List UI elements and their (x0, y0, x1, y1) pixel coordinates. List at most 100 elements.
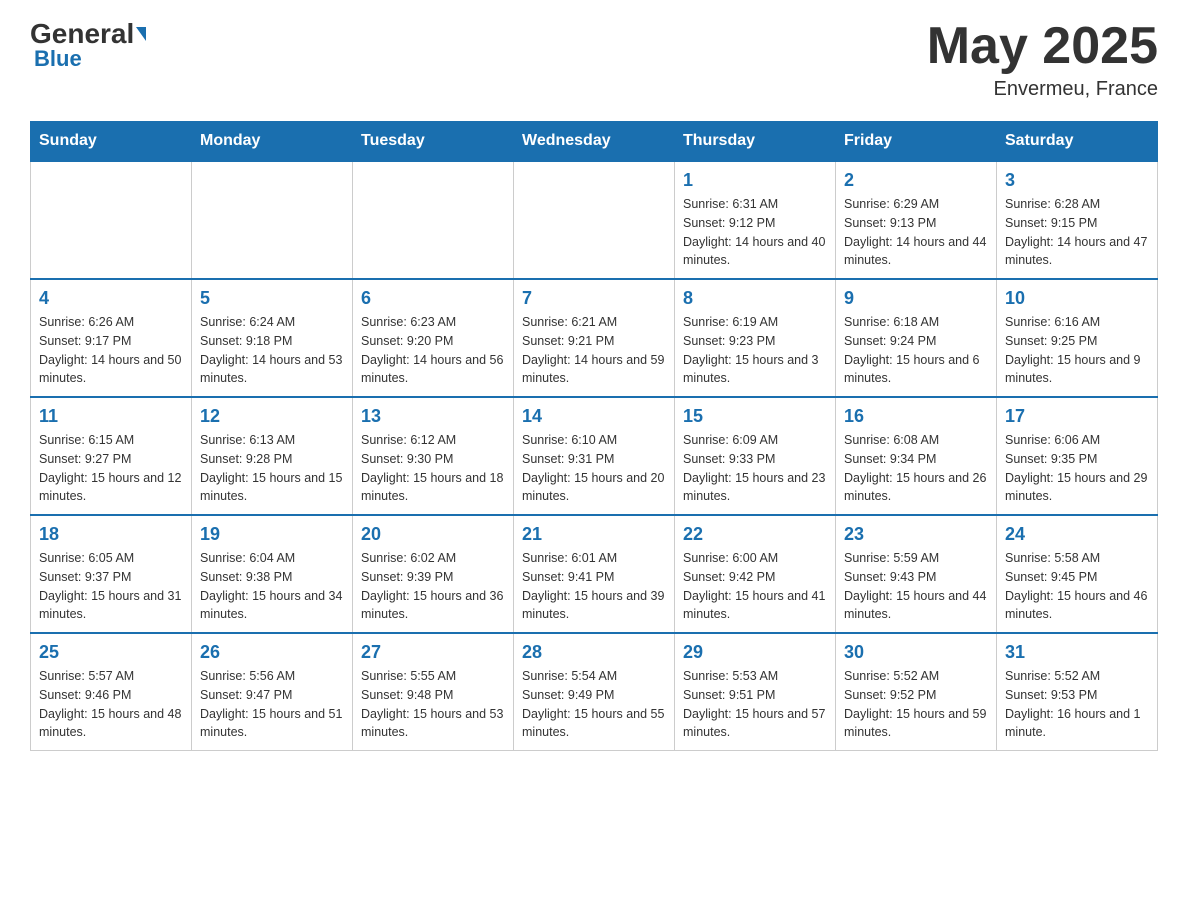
logo-general-text: General (30, 20, 134, 48)
day-number: 29 (683, 642, 827, 663)
day-info: Sunrise: 6:23 AMSunset: 9:20 PMDaylight:… (361, 313, 505, 388)
day-info: Sunrise: 6:02 AMSunset: 9:39 PMDaylight:… (361, 549, 505, 624)
logo: General Blue (30, 20, 146, 72)
calendar-cell: 13 Sunrise: 6:12 AMSunset: 9:30 PMDayligh… (353, 397, 514, 515)
calendar-cell: 8 Sunrise: 6:19 AMSunset: 9:23 PMDaylight… (675, 279, 836, 397)
calendar-cell: 9Sunrise: 6:18 AMSunset: 9:24 PMDaylight… (836, 279, 997, 397)
calendar-cell (192, 161, 353, 279)
day-number: 14 (522, 406, 666, 427)
calendar-cell: 2 Sunrise: 6:29 AMSunset: 9:13 PMDaylight… (836, 161, 997, 279)
day-of-week-header: Saturday (997, 122, 1158, 162)
calendar-cell: 10 Sunrise: 6:16 AMSunset: 9:25 PMDayligh… (997, 279, 1158, 397)
title-area: May 2025 Envermeu, France (927, 20, 1158, 101)
day-info: Sunrise: 6:31 AMSunset: 9:12 PMDaylight:… (683, 195, 827, 270)
day-info: Sunrise: 6:05 AMSunset: 9:37 PMDaylight:… (39, 549, 183, 624)
day-number: 28 (522, 642, 666, 663)
day-number: 31 (1005, 642, 1149, 663)
day-info: Sunrise: 6:29 AMSunset: 9:13 PMDaylight:… (844, 195, 988, 270)
calendar-cell: 5 Sunrise: 6:24 AMSunset: 9:18 PMDaylight… (192, 279, 353, 397)
location: Envermeu, France (927, 78, 1158, 101)
calendar-cell: 20 Sunrise: 6:02 AMSunset: 9:39 PMDayligh… (353, 515, 514, 633)
day-of-week-header: Sunday (31, 122, 192, 162)
calendar-cell: 23Sunrise: 5:59 AMSunset: 9:43 PMDayligh… (836, 515, 997, 633)
calendar-cell: 15Sunrise: 6:09 AMSunset: 9:33 PMDayligh… (675, 397, 836, 515)
day-number: 18 (39, 524, 183, 545)
day-number: 8 (683, 288, 827, 309)
calendar-cell: 17 Sunrise: 6:06 AMSunset: 9:35 PMDayligh… (997, 397, 1158, 515)
day-info: Sunrise: 6:16 AMSunset: 9:25 PMDaylight:… (1005, 313, 1149, 388)
calendar-cell: 28 Sunrise: 5:54 AMSunset: 9:49 PMDayligh… (514, 633, 675, 751)
calendar-cell: 3 Sunrise: 6:28 AMSunset: 9:15 PMDaylight… (997, 161, 1158, 279)
day-info: Sunrise: 6:28 AMSunset: 9:15 PMDaylight:… (1005, 195, 1149, 270)
day-number: 4 (39, 288, 183, 309)
calendar-cell: 27 Sunrise: 5:55 AMSunset: 9:48 PMDayligh… (353, 633, 514, 751)
day-of-week-header: Wednesday (514, 122, 675, 162)
day-info: Sunrise: 6:24 AMSunset: 9:18 PMDaylight:… (200, 313, 344, 388)
calendar-cell: 6Sunrise: 6:23 AMSunset: 9:20 PMDaylight… (353, 279, 514, 397)
calendar-cell: 11Sunrise: 6:15 AMSunset: 9:27 PMDayligh… (31, 397, 192, 515)
calendar-cell: 22Sunrise: 6:00 AMSunset: 9:42 PMDayligh… (675, 515, 836, 633)
day-number: 19 (200, 524, 344, 545)
day-info: Sunrise: 6:21 AMSunset: 9:21 PMDaylight:… (522, 313, 666, 388)
calendar-cell: 14 Sunrise: 6:10 AMSunset: 9:31 PMDayligh… (514, 397, 675, 515)
day-info: Sunrise: 6:08 AMSunset: 9:34 PMDaylight:… (844, 431, 988, 506)
day-number: 16 (844, 406, 988, 427)
week-row: 1 Sunrise: 6:31 AMSunset: 9:12 PMDaylight… (31, 161, 1158, 279)
calendar-table: SundayMondayTuesdayWednesdayThursdayFrid… (30, 121, 1158, 751)
logo-triangle-icon (136, 27, 146, 41)
day-info: Sunrise: 5:56 AMSunset: 9:47 PMDaylight:… (200, 667, 344, 742)
day-info: Sunrise: 5:59 AMSunset: 9:43 PMDaylight:… (844, 549, 988, 624)
day-info: Sunrise: 6:10 AMSunset: 9:31 PMDaylight:… (522, 431, 666, 506)
calendar-cell (31, 161, 192, 279)
day-of-week-header: Thursday (675, 122, 836, 162)
day-number: 25 (39, 642, 183, 663)
day-info: Sunrise: 6:19 AMSunset: 9:23 PMDaylight:… (683, 313, 827, 388)
calendar-cell (353, 161, 514, 279)
day-number: 17 (1005, 406, 1149, 427)
logo-blue-text: Blue (34, 46, 82, 72)
day-number: 3 (1005, 170, 1149, 191)
calendar-cell: 21Sunrise: 6:01 AMSunset: 9:41 PMDayligh… (514, 515, 675, 633)
week-row: 18 Sunrise: 6:05 AMSunset: 9:37 PMDayligh… (31, 515, 1158, 633)
day-number: 10 (1005, 288, 1149, 309)
day-info: Sunrise: 5:55 AMSunset: 9:48 PMDaylight:… (361, 667, 505, 742)
day-info: Sunrise: 6:00 AMSunset: 9:42 PMDaylight:… (683, 549, 827, 624)
page-header: General Blue May 2025 Envermeu, France (30, 20, 1158, 101)
day-number: 26 (200, 642, 344, 663)
day-number: 13 (361, 406, 505, 427)
day-info: Sunrise: 5:54 AMSunset: 9:49 PMDaylight:… (522, 667, 666, 742)
week-row: 4 Sunrise: 6:26 AMSunset: 9:17 PMDaylight… (31, 279, 1158, 397)
day-number: 12 (200, 406, 344, 427)
day-info: Sunrise: 6:06 AMSunset: 9:35 PMDaylight:… (1005, 431, 1149, 506)
day-info: Sunrise: 6:12 AMSunset: 9:30 PMDaylight:… (361, 431, 505, 506)
calendar-cell: 25 Sunrise: 5:57 AMSunset: 9:46 PMDayligh… (31, 633, 192, 751)
day-number: 2 (844, 170, 988, 191)
calendar-cell: 7 Sunrise: 6:21 AMSunset: 9:21 PMDaylight… (514, 279, 675, 397)
day-info: Sunrise: 5:53 AMSunset: 9:51 PMDaylight:… (683, 667, 827, 742)
day-info: Sunrise: 6:18 AMSunset: 9:24 PMDaylight:… (844, 313, 988, 388)
day-of-week-header: Tuesday (353, 122, 514, 162)
day-info: Sunrise: 5:57 AMSunset: 9:46 PMDaylight:… (39, 667, 183, 742)
day-number: 1 (683, 170, 827, 191)
day-info: Sunrise: 6:15 AMSunset: 9:27 PMDaylight:… (39, 431, 183, 506)
calendar-cell: 24Sunrise: 5:58 AMSunset: 9:45 PMDayligh… (997, 515, 1158, 633)
calendar-cell (514, 161, 675, 279)
day-info: Sunrise: 5:52 AMSunset: 9:53 PMDaylight:… (1005, 667, 1149, 742)
calendar-header-row: SundayMondayTuesdayWednesdayThursdayFrid… (31, 122, 1158, 162)
day-number: 24 (1005, 524, 1149, 545)
day-info: Sunrise: 6:04 AMSunset: 9:38 PMDaylight:… (200, 549, 344, 624)
calendar-cell: 4 Sunrise: 6:26 AMSunset: 9:17 PMDaylight… (31, 279, 192, 397)
day-number: 27 (361, 642, 505, 663)
week-row: 25 Sunrise: 5:57 AMSunset: 9:46 PMDayligh… (31, 633, 1158, 751)
calendar-cell: 16 Sunrise: 6:08 AMSunset: 9:34 PMDayligh… (836, 397, 997, 515)
day-of-week-header: Monday (192, 122, 353, 162)
day-info: Sunrise: 6:26 AMSunset: 9:17 PMDaylight:… (39, 313, 183, 388)
day-number: 5 (200, 288, 344, 309)
day-number: 20 (361, 524, 505, 545)
calendar-cell: 31 Sunrise: 5:52 AMSunset: 9:53 PMDayligh… (997, 633, 1158, 751)
day-info: Sunrise: 6:13 AMSunset: 9:28 PMDaylight:… (200, 431, 344, 506)
calendar-cell: 1 Sunrise: 6:31 AMSunset: 9:12 PMDaylight… (675, 161, 836, 279)
calendar-cell: 19 Sunrise: 6:04 AMSunset: 9:38 PMDayligh… (192, 515, 353, 633)
day-number: 30 (844, 642, 988, 663)
day-number: 7 (522, 288, 666, 309)
